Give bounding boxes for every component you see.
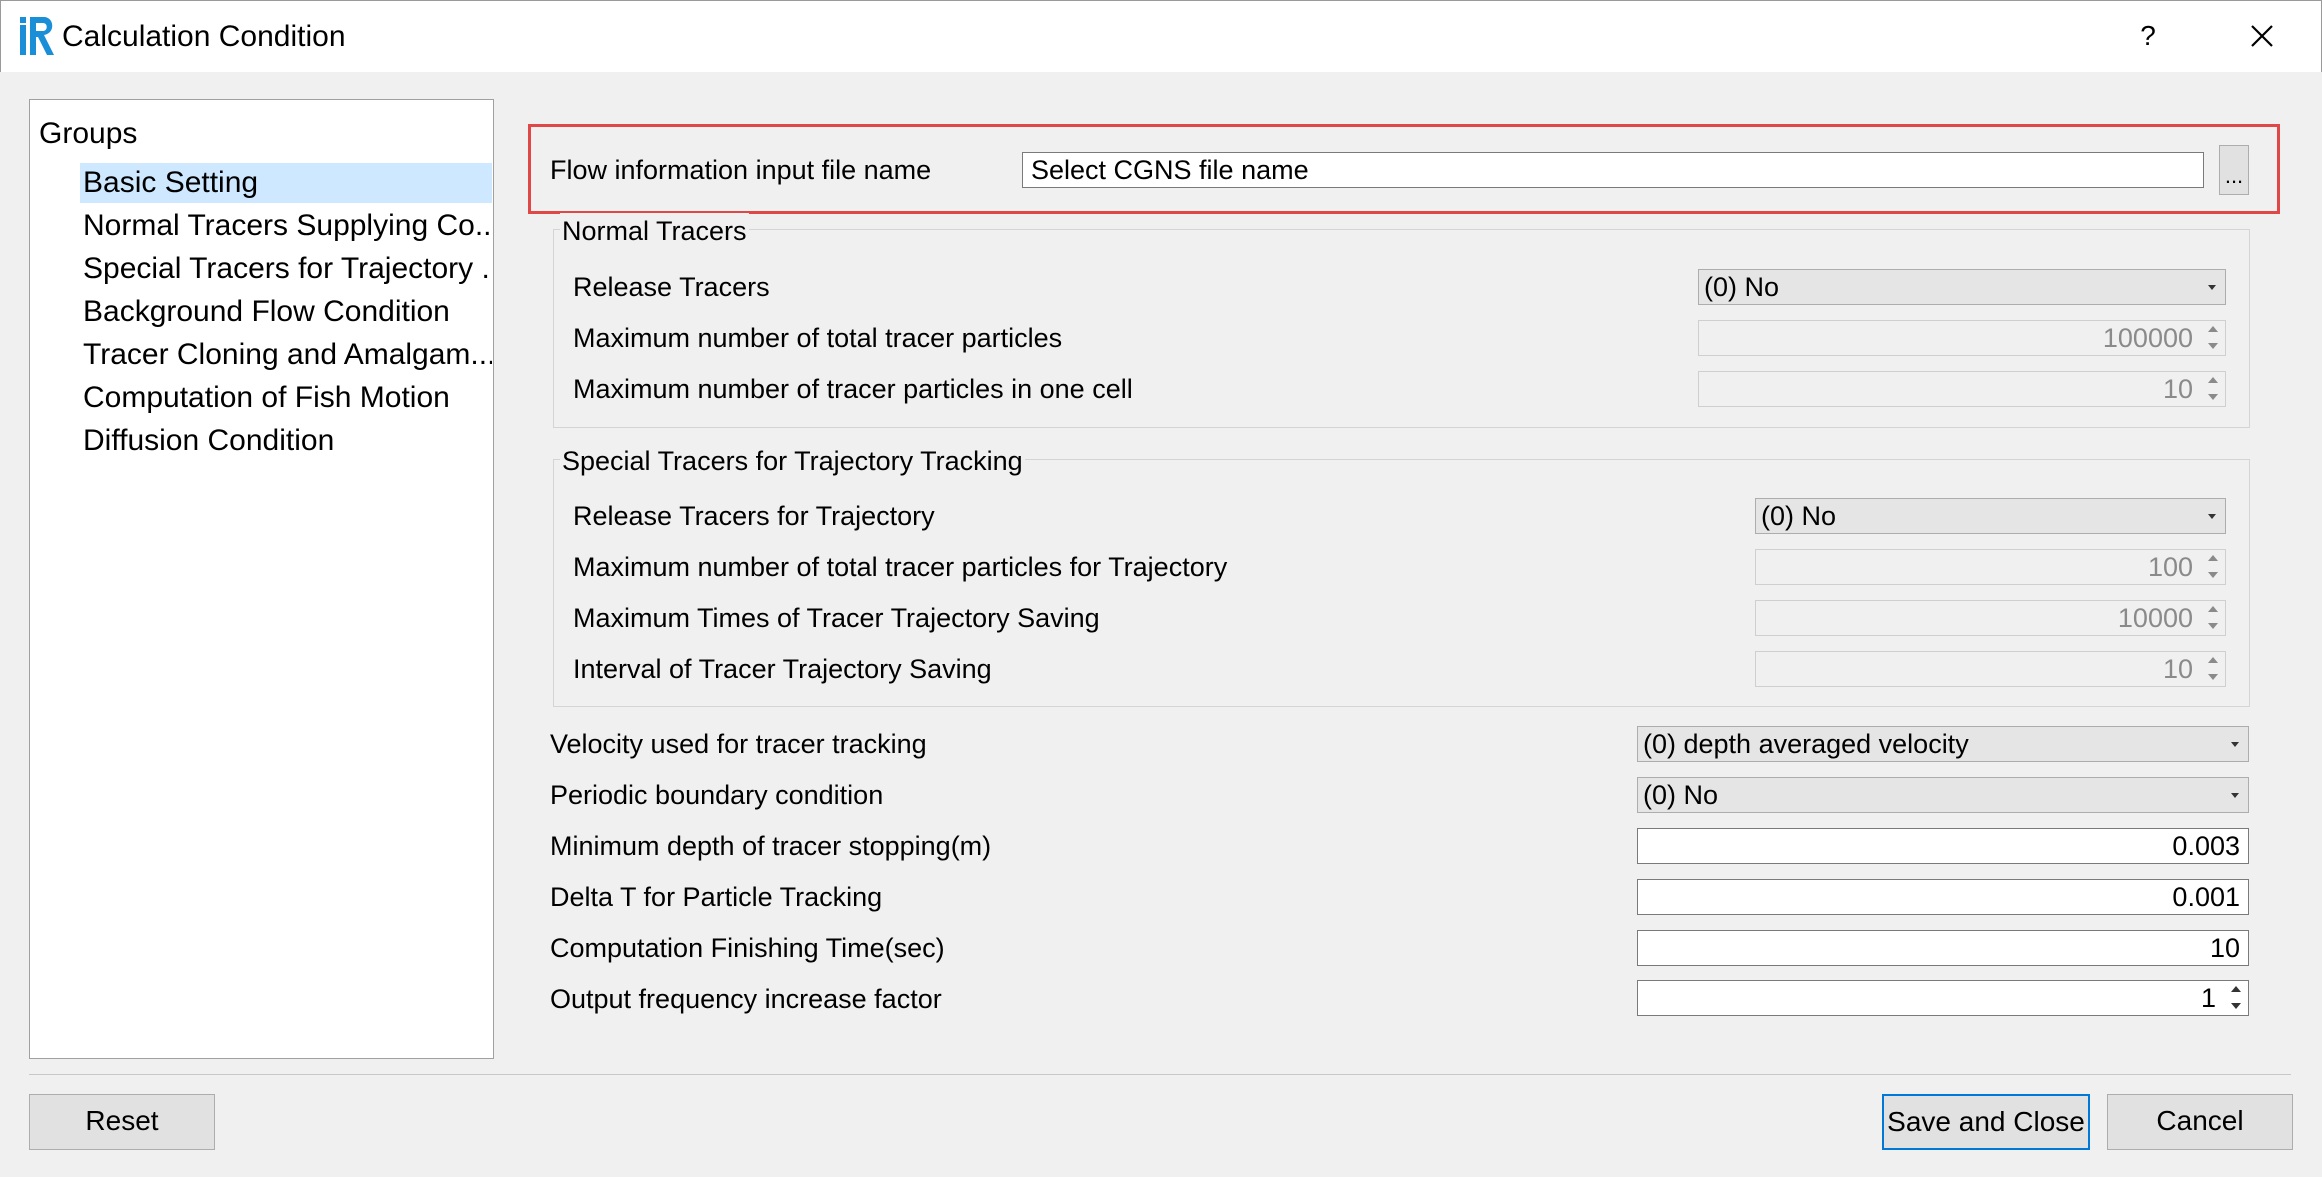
velocity-tracking-value: (0) depth averaged velocity: [1643, 729, 1969, 759]
separator: [29, 1074, 2291, 1075]
window-title: Calculation Condition: [62, 20, 346, 53]
spin-down-icon[interactable]: [2203, 567, 2223, 583]
chevron-down-icon: [2231, 742, 2239, 747]
velocity-tracking-combo[interactable]: (0) depth averaged velocity: [1637, 726, 2249, 762]
spin-up-icon[interactable]: [2203, 322, 2223, 338]
group-item-computation-fish-motion[interactable]: Computation of Fish Motion: [80, 378, 492, 418]
delta-t-input[interactable]: 0.001: [1637, 879, 2249, 915]
max-particles-cell-spinbox[interactable]: 10: [1698, 371, 2226, 407]
periodic-boundary-value: (0) No: [1643, 780, 1719, 810]
group-item-tracer-cloning-amalgamation[interactable]: Tracer Cloning and Amalgam...: [80, 335, 492, 375]
max-trajectory-saving-value: 10000: [2117, 603, 2193, 633]
group-item-diffusion-condition[interactable]: Diffusion Condition: [80, 421, 492, 461]
periodic-boundary-combo[interactable]: (0) No: [1637, 777, 2249, 813]
group-item-special-tracers-trajectory[interactable]: Special Tracers for Trajectory ...: [80, 249, 492, 289]
reset-button[interactable]: Reset: [29, 1094, 215, 1150]
max-trajectory-particles-spinbox[interactable]: 100: [1755, 549, 2226, 585]
browse-button[interactable]: ...: [2219, 145, 2249, 195]
max-total-particles-spinbox[interactable]: 100000: [1698, 320, 2226, 356]
cancel-button[interactable]: Cancel: [2107, 1094, 2293, 1150]
max-trajectory-particles-value: 100: [2147, 552, 2193, 582]
periodic-boundary-label: Periodic boundary condition: [550, 780, 884, 810]
release-trajectory-combo[interactable]: (0) No: [1755, 498, 2226, 534]
finish-time-label: Computation Finishing Time(sec): [550, 933, 945, 963]
delta-t-label: Delta T for Particle Tracking: [550, 882, 883, 912]
max-trajectory-particles-label: Maximum number of total tracer particles…: [573, 552, 1228, 582]
release-trajectory-label: Release Tracers for Trajectory: [573, 501, 935, 531]
spin-up-icon[interactable]: [2203, 602, 2223, 618]
max-particles-cell-label: Maximum number of tracer particles in on…: [573, 374, 1133, 404]
spin-down-icon[interactable]: [2203, 389, 2223, 405]
spin-down-icon[interactable]: [2203, 618, 2223, 634]
min-depth-label: Minimum depth of tracer stopping(m): [550, 831, 992, 861]
output-frequency-spinbox[interactable]: 1: [1637, 980, 2249, 1016]
output-frequency-label: Output frequency increase factor: [550, 984, 942, 1014]
max-trajectory-saving-label: Maximum Times of Tracer Trajectory Savin…: [573, 603, 1100, 633]
group-item-basic-setting[interactable]: Basic Setting: [80, 163, 492, 203]
trajectory-interval-value: 10: [2162, 654, 2193, 684]
release-tracers-label: Release Tracers: [573, 272, 770, 302]
special-tracers-title: Special Tracers for Trajectory Tracking: [560, 443, 1025, 479]
group-item-background-flow-condition[interactable]: Background Flow Condition: [80, 292, 492, 332]
spin-down-icon[interactable]: [2203, 338, 2223, 354]
group-item-normal-tracers-supplying[interactable]: Normal Tracers Supplying Co...: [80, 206, 492, 246]
velocity-tracking-label: Velocity used for tracer tracking: [550, 729, 927, 759]
groups-header: Groups: [39, 117, 138, 150]
output-frequency-value: 1: [2200, 983, 2216, 1013]
help-button[interactable]: ?: [2128, 16, 2168, 56]
release-trajectory-value: (0) No: [1761, 501, 1837, 531]
chevron-down-icon: [2231, 793, 2239, 798]
release-tracers-value: (0) No: [1704, 272, 1780, 302]
trajectory-interval-spinbox[interactable]: 10: [1755, 651, 2226, 687]
finish-time-input[interactable]: 10: [1637, 930, 2249, 966]
spin-up-icon[interactable]: [2203, 551, 2223, 567]
chevron-down-icon: [2208, 514, 2216, 519]
spin-up-icon[interactable]: [2203, 373, 2223, 389]
min-depth-input[interactable]: 0.003: [1637, 828, 2249, 864]
release-tracers-combo[interactable]: (0) No: [1698, 269, 2226, 305]
max-total-particles-value: 100000: [2102, 323, 2193, 353]
spin-up-icon[interactable]: [2226, 982, 2246, 998]
iric-app-icon: [20, 17, 54, 55]
save-and-close-button[interactable]: Save and Close: [1882, 1094, 2090, 1150]
trajectory-interval-label: Interval of Tracer Trajectory Saving: [573, 654, 992, 684]
spin-down-icon[interactable]: [2226, 998, 2246, 1014]
flow-file-label: Flow information input file name: [550, 155, 932, 185]
flow-file-input[interactable]: Select CGNS file name: [1022, 152, 2204, 188]
close-icon[interactable]: [2240, 14, 2284, 58]
spin-up-icon[interactable]: [2203, 653, 2223, 669]
spin-down-icon[interactable]: [2203, 669, 2223, 685]
chevron-down-icon: [2208, 285, 2216, 290]
title-bar: [0, 0, 2322, 72]
normal-tracers-title: Normal Tracers: [560, 213, 749, 249]
max-total-particles-label: Maximum number of total tracer particles: [573, 323, 1063, 353]
max-particles-cell-value: 10: [2162, 374, 2193, 404]
max-trajectory-saving-spinbox[interactable]: 10000: [1755, 600, 2226, 636]
